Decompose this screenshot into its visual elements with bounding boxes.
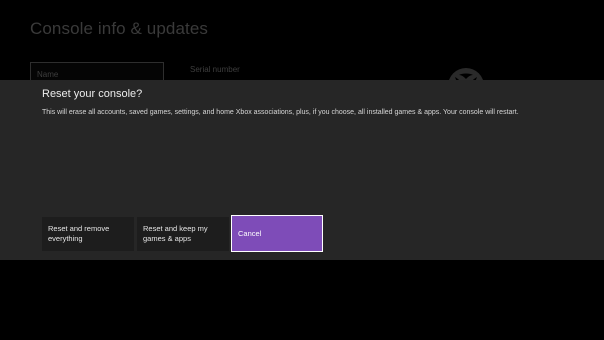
reset-remove-label-line1: Reset and remove	[48, 224, 110, 233]
reset-keep-label-line2: games & apps	[143, 234, 191, 243]
reset-and-keep-games-button[interactable]: Reset and keep my games & apps	[137, 217, 229, 251]
reset-keep-label-line1: Reset and keep my	[143, 224, 208, 233]
name-field-label: Name	[37, 70, 59, 79]
serial-number-label: Serial number	[190, 65, 240, 74]
cancel-button[interactable]: Cancel	[231, 215, 323, 252]
cancel-label: Cancel	[238, 229, 262, 238]
dialog-title: Reset your console?	[42, 88, 143, 100]
reset-and-remove-everything-button[interactable]: Reset and remove everything	[42, 217, 134, 251]
reset-remove-label-line2: everything	[48, 234, 83, 243]
screen: Console info & updates Name Serial numbe…	[0, 0, 604, 340]
dialog-message: This will erase all accounts, saved game…	[42, 109, 519, 116]
reset-dialog: Reset your console? This will erase all …	[0, 80, 604, 260]
page-title: Console info & updates	[30, 19, 208, 38]
